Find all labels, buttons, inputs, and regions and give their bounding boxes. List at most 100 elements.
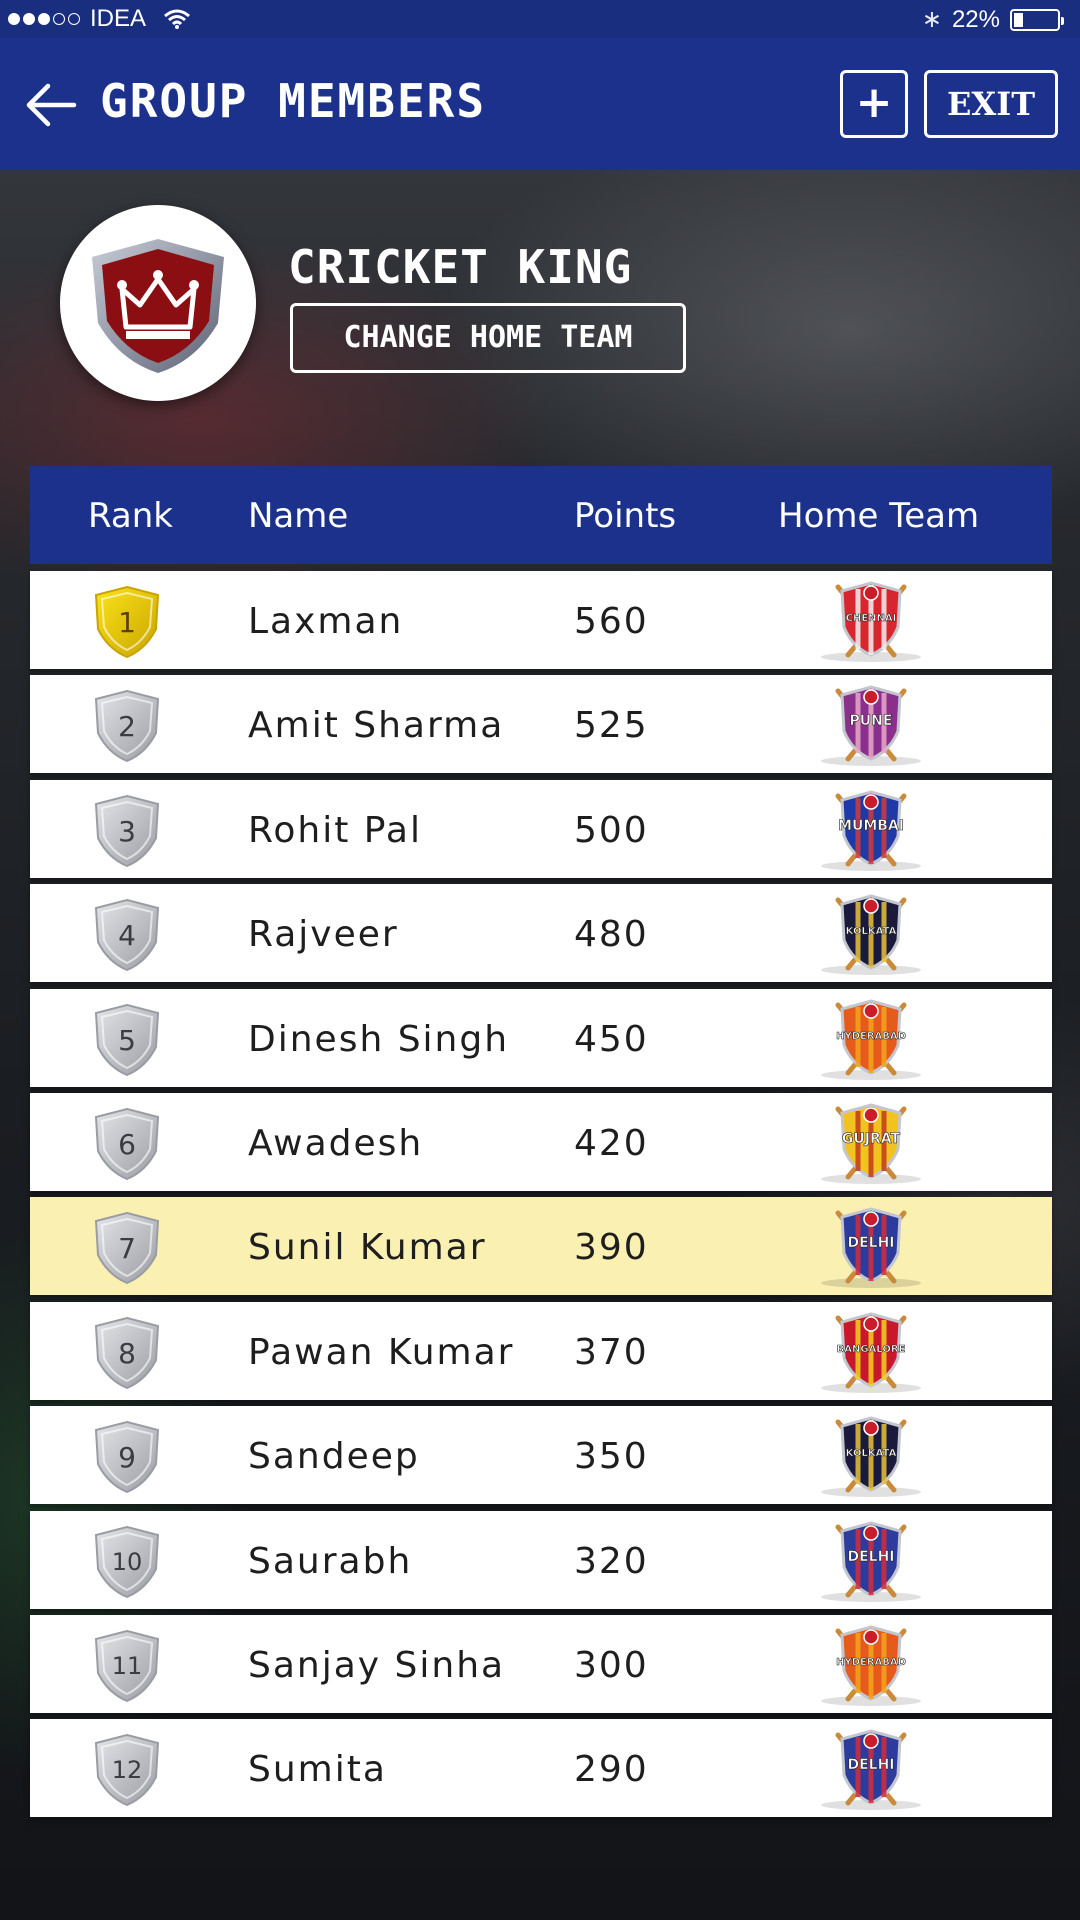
member-row[interactable]: 11 Sanjay Sinha 300 HYDERABAD — [30, 1615, 1052, 1713]
home-team-crest-icon: HYDERABAD — [821, 1625, 921, 1706]
member-row[interactable]: 10 Saurabh 320 DELHI — [30, 1511, 1052, 1609]
exit-button[interactable]: EXIT — [924, 70, 1058, 138]
rank-number: 4 — [118, 919, 136, 952]
home-team-crest-icon: BANGALORE — [821, 1312, 921, 1393]
back-arrow-icon[interactable] — [24, 78, 78, 132]
rank-number: 11 — [112, 1652, 143, 1680]
column-header-rank: Rank — [88, 496, 173, 536]
rank-number: 6 — [118, 1128, 136, 1161]
member-row[interactable]: 2 Amit Sharma 525 PUNE — [30, 675, 1052, 773]
status-bar: IDEA ∗ 22% — [0, 0, 1080, 38]
column-header-home-team: Home Team — [778, 496, 980, 536]
member-name: Awadesh — [248, 1123, 424, 1164]
member-points: 370 — [574, 1332, 649, 1373]
rank-number: 10 — [112, 1548, 143, 1576]
member-points: 525 — [574, 705, 649, 746]
column-header-points: Points — [574, 496, 677, 536]
team-name-label: BANGALORE — [837, 1344, 906, 1355]
member-name: Sunil Kumar — [248, 1227, 487, 1268]
member-row[interactable]: 6 Awadesh 420 GUJRAT — [30, 1093, 1052, 1191]
member-row[interactable]: 9 Sandeep 350 KOLKATA — [30, 1406, 1052, 1504]
member-name: Rohit Pal — [248, 810, 422, 851]
team-name-label: GUJRAT — [842, 1131, 901, 1147]
rank-badge-icon: 1 — [94, 585, 160, 659]
team-name-label: HYDERABAD — [836, 1031, 906, 1042]
rank-badge-icon: 9 — [94, 1420, 160, 1494]
rank-badge-icon: 6 — [94, 1107, 160, 1181]
add-member-button[interactable]: + — [840, 70, 908, 138]
member-row[interactable]: 12 Sumita 290 DELHI — [30, 1719, 1052, 1817]
battery-level — [1014, 12, 1024, 27]
team-name-label: MUMBAI — [838, 818, 904, 834]
member-row[interactable]: 7 Sunil Kumar 390 DELHI — [30, 1197, 1052, 1295]
rank-number: 1 — [118, 606, 136, 639]
team-name-label: DELHI — [847, 1235, 894, 1251]
rank-badge-icon: 7 — [94, 1211, 160, 1285]
rank-number: 2 — [118, 710, 136, 743]
rank-badge-icon: 10 — [94, 1525, 160, 1599]
home-team-crest-icon: MUMBAI — [821, 790, 921, 871]
member-row[interactable]: 3 Rohit Pal 500 MUMBAI — [30, 780, 1052, 878]
member-name: Sandeep — [248, 1436, 420, 1477]
member-points: 480 — [574, 914, 649, 955]
member-name: Laxman — [248, 601, 404, 642]
rank-badge-icon: 8 — [94, 1316, 160, 1390]
member-name: Sumita — [248, 1749, 387, 1790]
member-points: 560 — [574, 601, 649, 642]
team-name-label: HYDERABAD — [836, 1657, 906, 1668]
home-team-crest-icon: DELHI — [821, 1207, 921, 1288]
team-name-label: DELHI — [847, 1549, 894, 1565]
member-points: 320 — [574, 1541, 649, 1582]
rank-badge-icon: 12 — [94, 1733, 160, 1807]
app-bar: GROUP MEMBERS + EXIT — [0, 38, 1080, 170]
column-header-name: Name — [248, 496, 349, 536]
member-name: Rajveer — [248, 914, 399, 955]
home-team-crest-icon: PUNE — [821, 685, 921, 766]
rank-badge-icon: 5 — [94, 1003, 160, 1077]
member-name: Saurabh — [248, 1541, 413, 1582]
home-team-crest-icon: KOLKATA — [821, 1416, 921, 1497]
rank-badge-icon: 11 — [94, 1629, 160, 1703]
team-name-label: PUNE — [850, 713, 893, 729]
member-name: Dinesh Singh — [248, 1019, 510, 1060]
member-name: Pawan Kumar — [248, 1332, 515, 1373]
member-name: Amit Sharma — [248, 705, 505, 746]
team-name-label: DELHI — [847, 1757, 894, 1773]
change-home-team-button[interactable]: CHANGE HOME TEAM — [290, 303, 686, 373]
rank-number: 9 — [118, 1441, 136, 1474]
rank-number: 3 — [118, 815, 136, 848]
member-points: 350 — [574, 1436, 649, 1477]
member-points: 500 — [574, 810, 649, 851]
member-points: 300 — [574, 1645, 649, 1686]
home-team-crest-icon: HYDERABAD — [821, 999, 921, 1080]
home-team-crest-icon: DELHI — [821, 1521, 921, 1602]
rank-badge-icon: 2 — [94, 689, 160, 763]
wifi-icon — [164, 9, 190, 29]
bluetooth-icon: ∗ — [921, 6, 942, 33]
battery-icon — [1010, 8, 1064, 31]
member-row[interactable]: 5 Dinesh Singh 450 HYDERABAD — [30, 989, 1052, 1087]
member-row[interactable]: 8 Pawan Kumar 370 BANGALORE — [30, 1302, 1052, 1400]
rank-number: 7 — [118, 1232, 136, 1265]
member-row[interactable]: 1 Laxman 560 CHENNAI — [30, 571, 1052, 669]
member-points: 450 — [574, 1019, 649, 1060]
table-header: Rank Name Points Home Team — [30, 466, 1052, 564]
member-name: Sanjay Sinha — [248, 1645, 506, 1686]
member-row[interactable]: 4 Rajveer 480 KOLKATA — [30, 884, 1052, 982]
member-points: 290 — [574, 1749, 649, 1790]
home-team-crest-icon: KOLKATA — [821, 894, 921, 975]
battery-percent: 22% — [951, 5, 1000, 33]
team-name-label: CHENNAI — [846, 613, 897, 624]
team-name-label: KOLKATA — [846, 926, 897, 937]
rank-badge-icon: 4 — [94, 898, 160, 972]
rank-number: 12 — [112, 1756, 143, 1784]
team-name-label: KOLKATA — [846, 1448, 897, 1459]
crown-shield-icon — [92, 239, 224, 373]
member-points: 390 — [574, 1227, 649, 1268]
member-points: 420 — [574, 1123, 649, 1164]
signal-icon — [8, 13, 80, 25]
rank-number: 5 — [118, 1024, 136, 1057]
home-team-crest-icon: CHENNAI — [821, 581, 921, 662]
page-title: GROUP MEMBERS — [100, 74, 487, 128]
home-team-crest-icon: DELHI — [821, 1729, 921, 1810]
